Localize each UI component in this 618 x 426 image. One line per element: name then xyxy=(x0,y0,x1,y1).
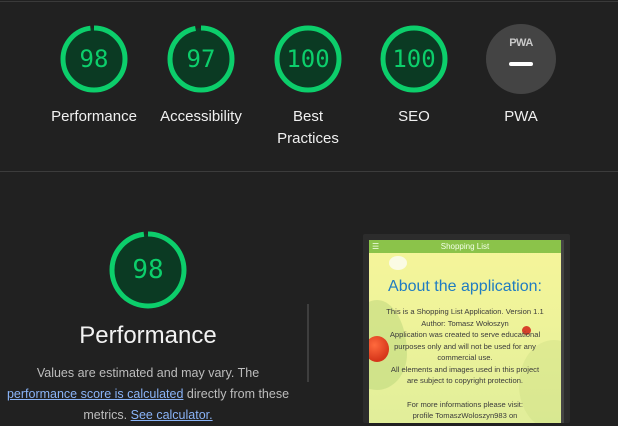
performance-score-link[interactable]: performance score is calculated xyxy=(7,387,183,401)
gauge-pwa[interactable]: PWA PWA xyxy=(466,24,576,128)
performance-description: Values are estimated and may vary. The p… xyxy=(0,363,300,426)
score-ring: 100 xyxy=(379,24,449,94)
pwa-badge-text: PWA xyxy=(509,37,533,49)
see-calculator-link[interactable]: See calculator. xyxy=(131,408,213,422)
gauge-accessibility[interactable]: 97 Accessibility xyxy=(146,24,256,128)
performance-title: Performance xyxy=(79,322,217,349)
score-ring: 98 xyxy=(59,24,129,94)
top-border xyxy=(0,1,618,2)
about-line: profile TomaszWoloszyn983 on xyxy=(412,411,518,420)
about-heading: About the application: xyxy=(388,278,542,295)
pwa-dash-icon xyxy=(509,62,533,66)
app-bar-title: Shopping List xyxy=(440,242,490,251)
gauge-label: SEO xyxy=(398,108,430,125)
app-screenshot: ☰ Shopping List About the application: T… xyxy=(369,240,561,423)
section-divider xyxy=(0,171,618,172)
about-line: Application was created to serve educati… xyxy=(389,330,541,339)
score-value: 100 xyxy=(286,45,330,73)
vertical-separator xyxy=(307,304,309,382)
performance-gauge: 98 xyxy=(108,230,188,310)
about-text: This is a Shopping List Application. Ver… xyxy=(375,306,555,422)
score-ring: 97 xyxy=(166,24,236,94)
about-line: Author: Tomasz Wołoszyn xyxy=(421,318,509,328)
performance-score: 98 xyxy=(132,255,164,285)
description-text: Values are estimated and may vary. The xyxy=(36,366,260,380)
gauge-label: Best Practices xyxy=(277,108,339,147)
app-bar: ☰ Shopping List xyxy=(369,240,561,253)
menu-icon: ☰ xyxy=(372,242,380,251)
gauge-label: PWA xyxy=(504,108,538,125)
about-line: All elements and images used in this pro… xyxy=(390,364,540,374)
flower-decoration xyxy=(389,256,407,270)
gauge-performance[interactable]: 98 Performance xyxy=(39,24,149,128)
score-value: 100 xyxy=(392,45,436,73)
pwa-badge: PWA xyxy=(486,24,556,94)
about-line: commercial use. xyxy=(437,353,493,362)
about-line: purposes only and will not be used for a… xyxy=(394,341,536,351)
about-line: are subject to copyright protection. xyxy=(406,376,524,385)
score-value: 98 xyxy=(79,45,109,73)
final-screenshot[interactable]: ☰ Shopping List About the application: T… xyxy=(363,234,570,423)
gauge-label: Performance xyxy=(51,108,137,125)
gauge-best-practices[interactable]: 100 Best Practices xyxy=(253,24,363,150)
gauge-label: Accessibility xyxy=(160,108,242,125)
score-ring: 100 xyxy=(273,24,343,94)
score-value: 97 xyxy=(186,45,216,73)
about-line: For more informations please visit: xyxy=(406,399,524,409)
gauge-seo[interactable]: 100 SEO xyxy=(359,24,469,128)
about-line: This is a Shopping List Application. Ver… xyxy=(386,307,544,316)
screenshot-scrollbar xyxy=(561,240,564,423)
